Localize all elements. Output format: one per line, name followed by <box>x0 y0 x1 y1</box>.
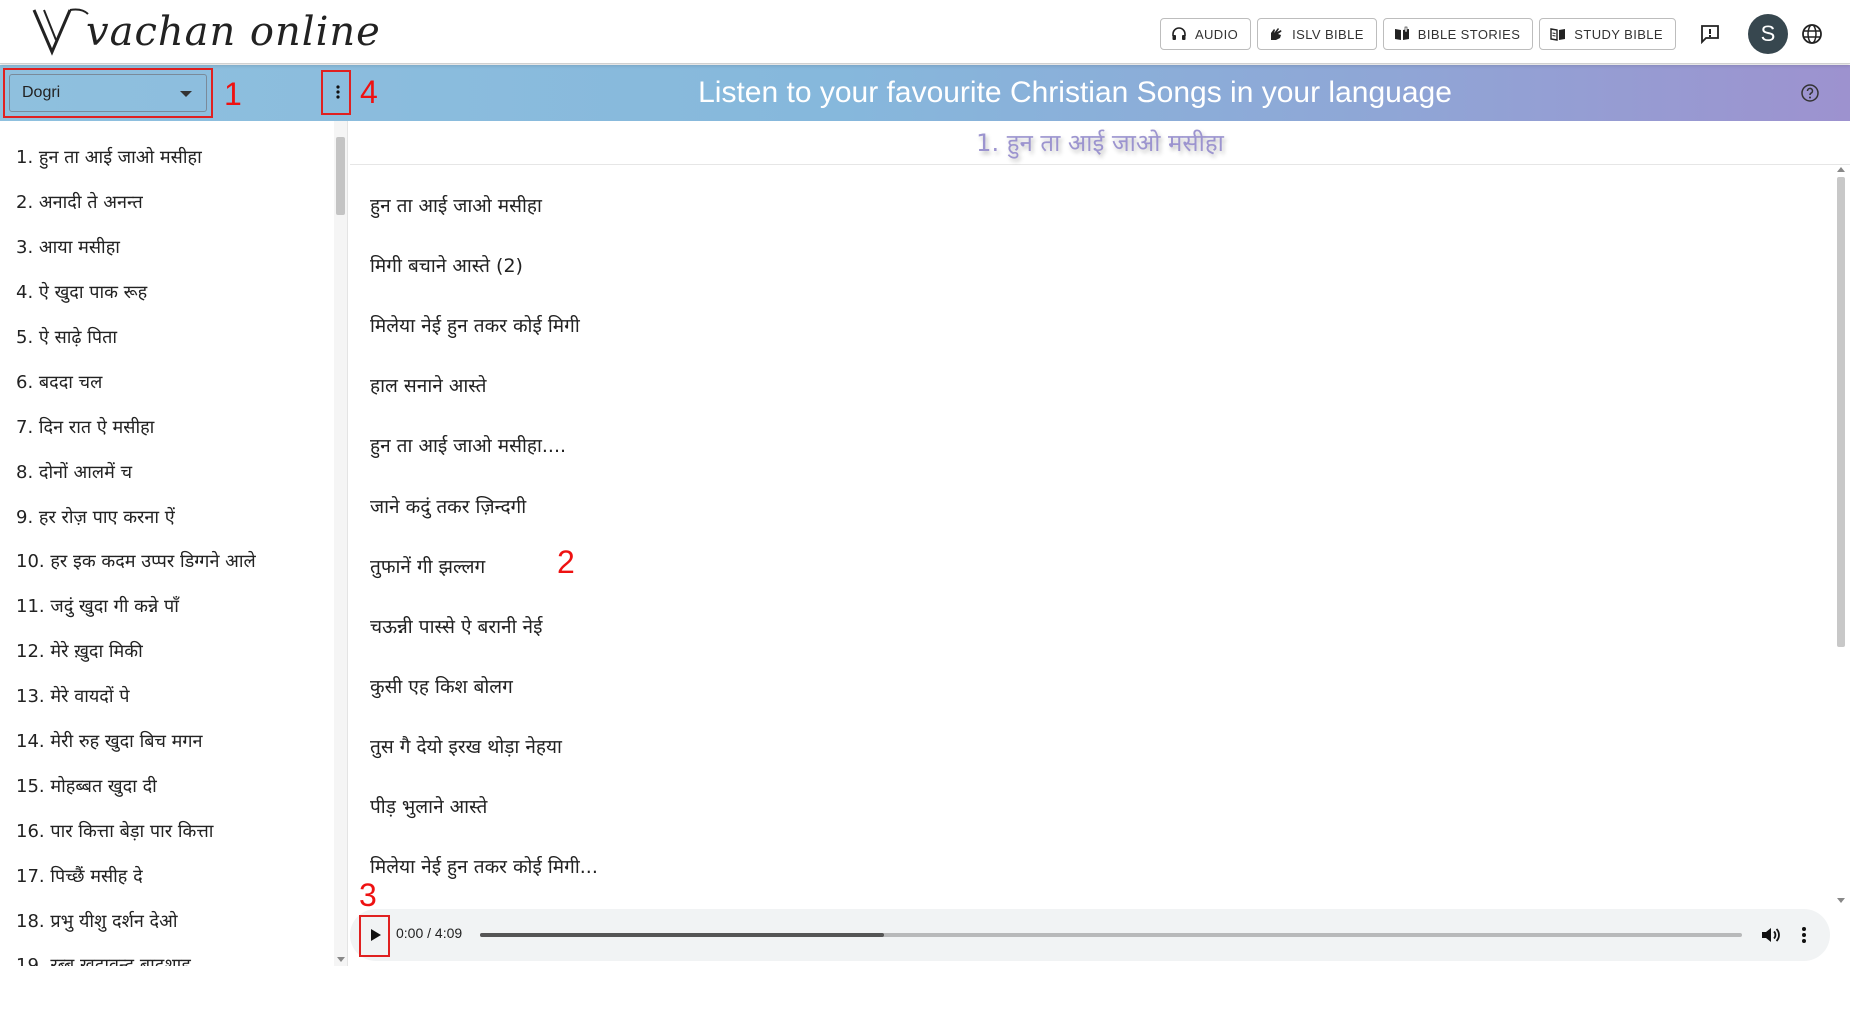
help-icon[interactable] <box>1800 83 1820 103</box>
annotation-label: 3 <box>359 877 377 913</box>
song-title: 1. हुन ता आई जाओ मसीहा <box>350 121 1850 165</box>
annotation-label: 1 <box>224 76 242 112</box>
lyric-line: हुन ता आई जाओ मसीहा.... <box>370 435 567 458</box>
annotation-label: 2 <box>557 544 575 580</box>
more-vertical-icon[interactable] <box>1794 923 1814 947</box>
progress-slider[interactable] <box>480 933 1742 937</box>
annotation-label: 4 <box>360 74 378 110</box>
scroll-up-arrow-icon[interactable] <box>1837 167 1845 172</box>
song-list-item[interactable]: 12. मेरे ख़ुदा मिकी <box>0 629 330 674</box>
song-list-item[interactable]: 2. अनादी ते अनन्त <box>0 180 330 225</box>
lyric-line: कुसी एह किश बोलग <box>370 675 513 698</box>
lyric-line: पीड़ भुलाने आस्ते <box>370 795 488 818</box>
page-title: Listen to your favourite Christian Songs… <box>698 76 1452 109</box>
song-list-item[interactable]: 10. हर इक कदम उप्पर डिग्गने आले <box>0 539 330 584</box>
song-list-item[interactable]: 6. बददा चल <box>0 359 330 404</box>
islv-bible-button-label: ISLV BIBLE <box>1292 26 1364 42</box>
song-list: 1. हुन ता आई जाओ मसीहा 2. अनादी ते अनन्त… <box>0 135 330 966</box>
song-list-item[interactable]: 18. प्रभु यीशु दर्शन देओ <box>0 898 330 943</box>
app-logo[interactable]: vachan online <box>30 6 381 58</box>
song-list-item[interactable]: 3. आया मसीहा <box>0 225 330 270</box>
lyric-line: मिलेया नेई हुन तकर कोई मिगी... <box>370 856 598 879</box>
avatar[interactable]: S <box>1748 14 1788 54</box>
book-icon <box>1550 28 1566 41</box>
song-list-item[interactable]: 17. पिच्छैं मसीह दे <box>0 853 330 898</box>
globe-icon <box>1802 24 1822 44</box>
song-list-item[interactable]: 7. दिन रात ऐ मसीहा <box>0 404 330 449</box>
study-bible-button-label: STUDY BIBLE <box>1574 26 1663 42</box>
song-list-item[interactable]: 16. पार कित्ता बेड़ा पार कित्ता <box>0 808 330 853</box>
lyric-line: तुस गै देयो इरख थोड़ा नेहया <box>370 735 562 758</box>
logo-text: vachan online <box>86 9 381 55</box>
song-list-item[interactable]: 5. ऐ साढ़े पिता <box>0 315 330 360</box>
sidebar-scrollbar[interactable] <box>334 121 347 966</box>
song-list-item[interactable]: 13. मेरे वायदों पे <box>0 674 330 719</box>
lyric-line: हुन ता आई जाओ मसीहा <box>370 195 542 218</box>
bible-stories-button-label: BIBLE STORIES <box>1417 26 1521 42</box>
feedback-icon <box>1701 25 1719 44</box>
header-actions: AUDIO ISLV BIBLE BIBLE STORIES STUDY BIB… <box>1159 14 1830 54</box>
song-list-item[interactable]: 15. मोहब्बत खुदा दी <box>0 763 330 808</box>
song-list-item[interactable]: 19. रब्ब खुदावन्द बादशाह <box>0 943 330 966</box>
song-list-item[interactable]: 11. जदुं खुदा गी कन्ने पाँ <box>0 584 330 629</box>
lyric-line: मिगी बचाने आस्ते (2) <box>370 255 523 278</box>
audio-button-label: AUDIO <box>1194 26 1239 42</box>
playback-time: 0:00 / 4:09 <box>396 925 463 941</box>
song-list-item[interactable]: 14. मेरी रुह खुदा बिच मगन <box>0 719 330 764</box>
lyric-line: जाने कदुं तकर ज़िन्दगी <box>370 495 527 518</box>
progress-fill <box>480 933 884 937</box>
annotation-box-play <box>359 915 390 957</box>
song-list-sidebar: 1. हुन ता आई जाओ मसीहा 2. अनादी ते अनन्त… <box>0 121 348 966</box>
lyric-line: चऊन्नी पास्से ऐ बरानी नेई <box>370 615 543 638</box>
headphones-icon <box>1172 27 1186 40</box>
songs-banner: Dogri Listen to your favourite Christian… <box>0 65 1850 121</box>
lyric-line: तुफानें गी झल्लग <box>370 555 486 578</box>
scroll-down-arrow-icon[interactable] <box>337 957 345 962</box>
lyric-line: हाल सनाने आस्ते <box>370 375 487 398</box>
sidebar-scrollbar-thumb[interactable] <box>336 137 345 215</box>
vachan-logo-icon <box>32 8 89 56</box>
lyrics-scrollbar-thumb[interactable] <box>1837 177 1845 647</box>
open-book-icon <box>1394 26 1409 40</box>
islv-bible-button[interactable]: ISLV BIBLE <box>1257 18 1377 50</box>
song-list-item[interactable]: 1. हुन ता आई जाओ मसीहा <box>0 135 330 180</box>
language-button[interactable] <box>1794 16 1830 52</box>
study-bible-button[interactable]: STUDY BIBLE <box>1539 18 1676 50</box>
song-list-item[interactable]: 4. ऐ खुदा पाक रूह <box>0 270 330 315</box>
annotation-box-menu <box>321 70 351 115</box>
bible-stories-button[interactable]: BIBLE STORIES <box>1382 18 1534 50</box>
top-header: vachan online AUDIO ISLV BIBLE BIBLE STO… <box>0 0 1850 64</box>
feedback-button[interactable] <box>1692 16 1728 52</box>
audio-button[interactable]: AUDIO <box>1159 18 1252 50</box>
lyrics-scrollbar[interactable] <box>1834 165 1848 905</box>
sign-language-icon <box>1271 28 1282 40</box>
song-list-item[interactable]: 9. हर रोज़ पाए करना ऐं <box>0 494 330 539</box>
volume-icon[interactable] <box>1758 923 1782 947</box>
scroll-down-arrow-icon[interactable] <box>1837 898 1845 903</box>
lyrics-panel: 1. हुन ता आई जाओ मसीहा हुन ता आई जाओ मसी… <box>350 121 1850 966</box>
lyrics-content: हुन ता आई जाओ मसीहा मिगी बचाने आस्ते (2)… <box>350 165 1830 1025</box>
song-list-item[interactable]: 8. दोनों आलमें च <box>0 449 330 494</box>
annotation-box-language <box>3 68 213 118</box>
audio-player: 0:00 / 4:09 <box>350 909 1830 961</box>
lyric-line: मिलेया नेई हुन तकर कोई मिगी <box>370 315 580 338</box>
